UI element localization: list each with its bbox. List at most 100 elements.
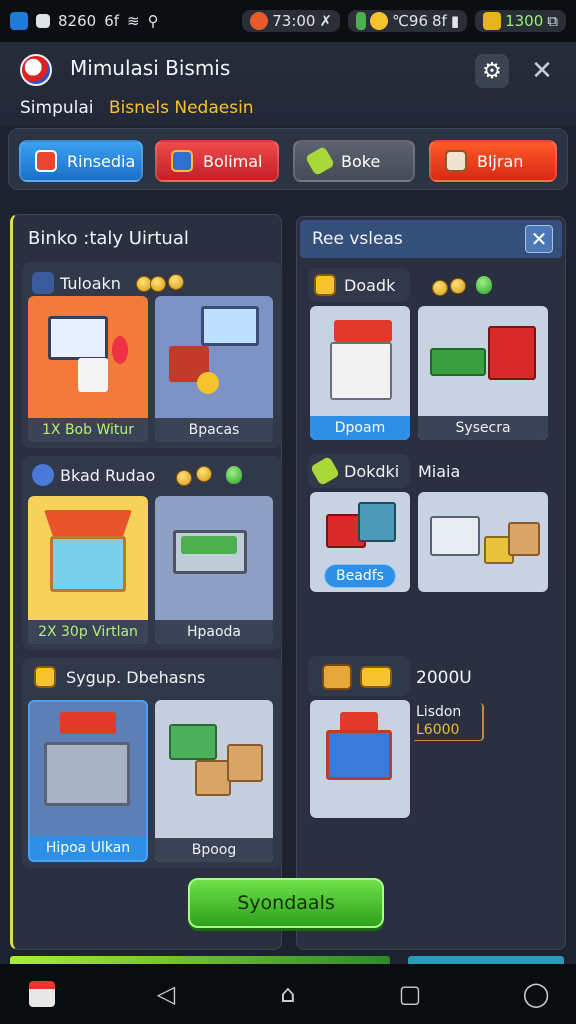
card-caption: Bpoog — [155, 838, 273, 862]
sign-icon — [60, 712, 116, 734]
settings-gear-icon[interactable]: ⚙ — [475, 54, 509, 88]
shop-icon — [330, 342, 392, 400]
item-card-delivery-boxes[interactable]: Bpoog — [155, 700, 273, 862]
plant-icon — [112, 336, 128, 364]
right-section-2-title: Dokdki — [344, 462, 400, 481]
coin-bag-icon — [483, 12, 502, 30]
awning-icon — [44, 510, 132, 536]
coin-icon — [370, 12, 389, 30]
chip-battery-text-2: 8f — [432, 12, 447, 30]
food-truck-icon — [326, 730, 392, 780]
location-icon: ⚲ — [147, 12, 159, 30]
app-title: Mimulasi Bismis — [70, 56, 231, 80]
mode-label: Bolimal — [203, 151, 263, 171]
status-bar: 8260 6f ≋ ⚲ 73:00 ✗ ℃96 8f ▮ 1300 ⧉ — [0, 0, 576, 42]
close-icon[interactable]: ✕ — [525, 54, 559, 88]
booth-icon — [488, 326, 536, 380]
coin-box-icon — [34, 666, 56, 688]
confirm-button[interactable]: Syondaals — [188, 878, 384, 928]
close-panel-icon[interactable]: ✕ — [525, 225, 553, 253]
mode-button-3[interactable]: Boke — [293, 140, 415, 182]
status-text: 8260 — [58, 12, 97, 30]
gold-bars-icon — [360, 666, 392, 688]
sign-board-icon — [169, 724, 217, 760]
item-card-food-truck[interactable] — [310, 700, 410, 818]
coin-icon — [150, 276, 166, 292]
status-chip-time: 73:00 ✗ — [242, 10, 341, 32]
shop-icon — [35, 150, 57, 172]
ticket-icon — [304, 145, 336, 177]
card-caption: 1X Bob Witur — [28, 418, 148, 442]
mode-label: Bljran — [477, 151, 524, 171]
van-icon — [430, 516, 480, 556]
left-panel-title: Binko :taly Uirtual — [28, 228, 189, 249]
item-card-van-boxes[interactable] — [418, 492, 548, 592]
assistant-icon[interactable]: ◯ — [520, 978, 552, 1010]
image-icon — [36, 14, 50, 28]
coin-stack-icon — [197, 372, 219, 394]
progress-strip-secondary — [408, 956, 564, 964]
subtitle-accent: Bisnels Nedaesin — [108, 98, 254, 118]
expand-icon: ⧉ — [547, 12, 558, 30]
stall-icon — [44, 742, 130, 806]
item-card-cart[interactable]: Hpaoda — [155, 496, 273, 644]
system-nav-bar: ◁ ⌂ ▢ ◯ — [0, 964, 576, 1024]
crate-icon — [358, 502, 396, 542]
box-icon — [227, 744, 263, 782]
right-section-1-title: Doadk — [344, 276, 396, 295]
gem-icon — [476, 276, 492, 294]
item-card-truck[interactable]: Beadfs — [310, 492, 410, 592]
mode-button-2[interactable]: Bolimal — [155, 140, 279, 182]
chip-time-text: 73:00 — [272, 12, 316, 30]
back-icon[interactable]: ◁ — [150, 978, 182, 1010]
right-section-2-subtitle: Miaia — [418, 462, 461, 481]
produce-icon — [181, 536, 237, 554]
card-caption: 2X 30p Virtlan — [28, 620, 148, 644]
info-label: Lisdon — [416, 704, 462, 720]
coin-icon — [450, 278, 466, 294]
left-section-3-title: Sygup. Dbehasns — [66, 668, 206, 687]
card-caption: Dpoam — [310, 416, 410, 440]
gem-icon — [226, 466, 242, 484]
home-icon[interactable]: ⌂ — [272, 978, 304, 1010]
info-value: L6000 — [416, 722, 460, 738]
treasure-box-icon — [322, 664, 352, 690]
flag-logo-icon — [20, 54, 52, 86]
sign-icon — [340, 712, 378, 732]
item-card-shop-front[interactable]: Dpoam — [310, 306, 410, 440]
chip-coins-text: 1300 — [505, 12, 544, 30]
pencil-icon — [32, 272, 54, 294]
monitor-icon — [201, 306, 259, 346]
app-shortcut-icon[interactable] — [26, 978, 58, 1010]
card-pill-label: Beadfs — [324, 564, 396, 588]
box-icon — [508, 522, 540, 556]
item-card-office[interactable]: 1X Bob Witur — [28, 296, 148, 442]
item-card-store[interactable]: Bpacas — [155, 296, 273, 442]
status-chip-battery: ℃96 8f ▮ — [348, 10, 468, 32]
card-caption: Sysecra — [418, 416, 548, 440]
sign-icon — [334, 320, 392, 342]
app-icon — [10, 12, 28, 30]
mode-toolbar: Rinsedia Bolimal Boke Bljran — [8, 128, 568, 190]
mode-label: Rinsedia — [67, 151, 136, 171]
card-caption: Hpaoda — [155, 620, 273, 644]
jar-icon — [171, 150, 193, 172]
ticket-icon — [314, 274, 336, 296]
battery-icon — [356, 12, 367, 30]
mode-label: Boke — [341, 151, 381, 171]
crossed-icon: ✗ — [319, 12, 333, 30]
recents-icon[interactable]: ▢ — [394, 978, 426, 1010]
left-section-2-title: Bkad Rudao — [60, 466, 156, 485]
progress-strip — [10, 956, 390, 964]
item-card-market-stall[interactable]: Hipoa Ulkan — [28, 700, 148, 862]
mode-button-1[interactable]: Rinsedia — [19, 140, 143, 182]
item-card-kiosk[interactable]: 2X 30p Virtlan — [28, 496, 148, 644]
right-panel-title: Ree vsleas — [312, 229, 403, 249]
mode-button-4[interactable]: Bljran — [429, 140, 557, 182]
computer-icon — [48, 316, 108, 360]
card-caption: Hipoa Ulkan — [30, 836, 146, 860]
item-card-counter[interactable]: Sysecra — [418, 306, 548, 440]
status-chip-coins: 1300 ⧉ — [475, 10, 566, 32]
coin-icon — [432, 280, 448, 296]
shield-icon — [32, 464, 54, 486]
